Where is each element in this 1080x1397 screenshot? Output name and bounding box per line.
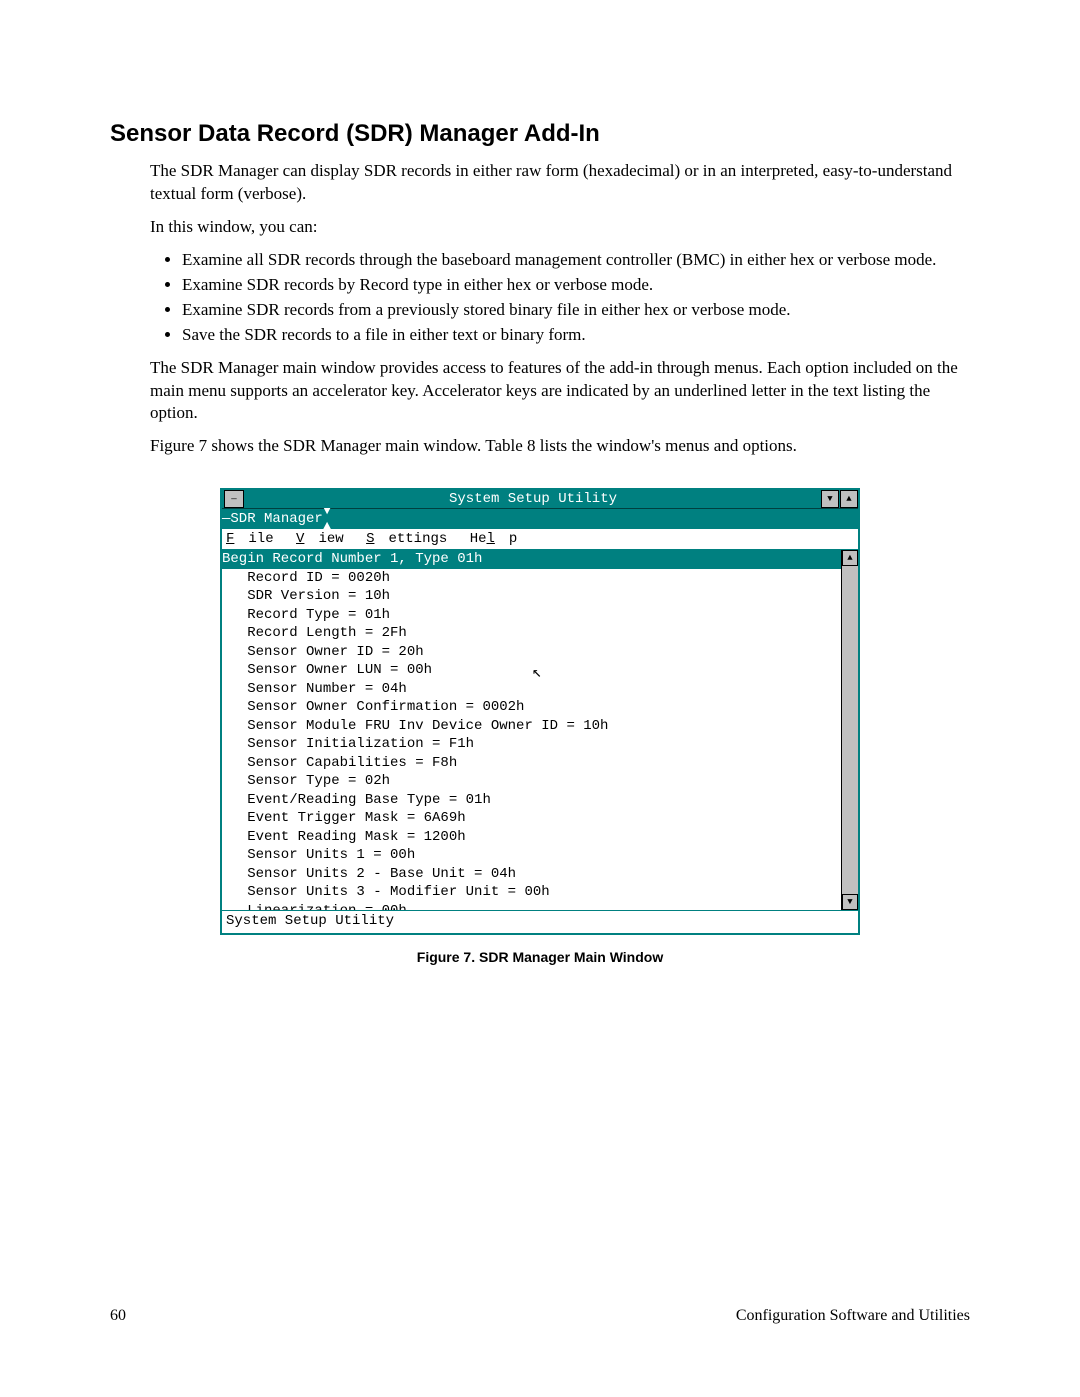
- scroll-down-icon[interactable]: ▼: [842, 894, 858, 910]
- app-window: — System Setup Utility ▼ ▲ — SDR Manager…: [220, 488, 860, 935]
- record-line: Sensor Units 1 = 00h: [222, 847, 415, 863]
- status-bar: System Setup Utility: [222, 910, 858, 933]
- record-line: Sensor Units 3 - Modifier Unit = 00h: [222, 884, 550, 900]
- list-item: Examine all SDR records through the base…: [182, 249, 970, 272]
- system-menu-icon[interactable]: —: [224, 490, 244, 508]
- record-line: Sensor Owner LUN = 00h: [222, 662, 432, 678]
- paragraph: The SDR Manager main window provides acc…: [150, 357, 970, 426]
- record-line: Sensor Initialization = F1h: [222, 736, 474, 752]
- record-line: Sensor Module FRU Inv Device Owner ID = …: [222, 718, 608, 734]
- outer-titlebar: — System Setup Utility ▼ ▲: [222, 490, 858, 508]
- minimize-icon[interactable]: ▼: [821, 490, 839, 508]
- list-item: Save the SDR records to a file in either…: [182, 324, 970, 347]
- outer-window-title: System Setup Utility: [246, 491, 820, 507]
- record-line: Event/Reading Base Type = 01h: [222, 792, 491, 808]
- list-item: Examine SDR records from a previously st…: [182, 299, 970, 322]
- record-line: Sensor Owner Confirmation = 0002h: [222, 699, 524, 715]
- record-line: Sensor Owner ID = 20h: [222, 644, 424, 660]
- record-line: Sensor Units 2 - Base Unit = 04h: [222, 866, 516, 882]
- scroll-up-icon[interactable]: ▲: [842, 550, 858, 566]
- inner-titlebar: — SDR Manager ▼ ▲: [222, 508, 858, 529]
- vertical-scrollbar[interactable]: ▲ ▼: [841, 550, 858, 910]
- record-line: SDR Version = 10h: [222, 588, 390, 604]
- record-line: Event Reading Mask = 1200h: [222, 829, 466, 845]
- maximize-icon[interactable]: ▲: [840, 490, 858, 508]
- record-line: Record ID = 0020h: [222, 570, 390, 586]
- sdr-record-text: Begin Record Number 1, Type 01h Record I…: [222, 550, 858, 910]
- menu-help[interactable]: Help: [470, 531, 518, 547]
- record-line: Record Length = 2Fh: [222, 625, 407, 641]
- page-footer: 60 Configuration Software and Utilities: [110, 1307, 970, 1325]
- feature-list: Examine all SDR records through the base…: [166, 249, 970, 347]
- inner-window-title: SDR Manager: [230, 511, 322, 527]
- record-header-highlight: Begin Record Number 1, Type 01h: [222, 550, 858, 569]
- list-item: Examine SDR records by Record type in ei…: [182, 274, 970, 297]
- system-menu-icon[interactable]: —: [222, 511, 230, 527]
- content-area: Begin Record Number 1, Type 01h Record I…: [222, 550, 858, 910]
- paragraph: Figure 7 shows the SDR Manager main wind…: [150, 435, 970, 458]
- section-title: Configuration Software and Utilities: [736, 1307, 970, 1325]
- menu-settings[interactable]: Settings: [366, 531, 447, 547]
- menu-file[interactable]: File: [226, 531, 274, 547]
- record-line: Sensor Capabilities = F8h: [222, 755, 457, 771]
- page-heading: Sensor Data Record (SDR) Manager Add-In: [110, 120, 970, 148]
- record-line: Linearization = 00h: [222, 903, 407, 911]
- menubar: File View Settings Help: [222, 529, 858, 550]
- paragraph: The SDR Manager can display SDR records …: [150, 160, 970, 206]
- record-line: Sensor Number = 04h: [222, 681, 407, 697]
- record-line: Record Type = 01h: [222, 607, 390, 623]
- figure-screenshot: — System Setup Utility ▼ ▲ — SDR Manager…: [220, 488, 860, 965]
- figure-caption: Figure 7. SDR Manager Main Window: [220, 949, 860, 965]
- record-line: Event Trigger Mask = 6A69h: [222, 810, 466, 826]
- record-line: Sensor Type = 02h: [222, 773, 390, 789]
- paragraph: In this window, you can:: [150, 216, 970, 239]
- page-number: 60: [110, 1307, 126, 1325]
- menu-view[interactable]: View: [296, 531, 344, 547]
